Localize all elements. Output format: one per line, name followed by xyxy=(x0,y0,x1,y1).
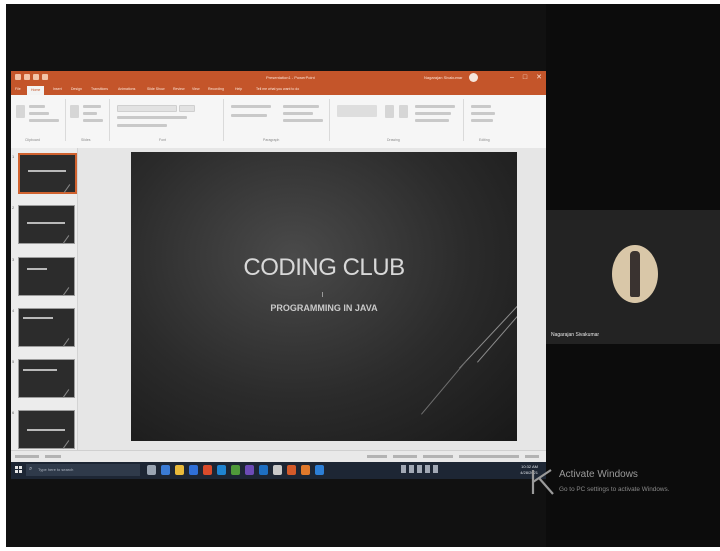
person-figure-icon xyxy=(630,251,640,297)
slide-subtitle[interactable]: PROGRAMMING IN JAVA xyxy=(131,303,517,313)
group-label-slides: Slides xyxy=(81,138,91,142)
slide-thumbnail[interactable] xyxy=(18,205,75,244)
document-title: Presentation1 - PowerPoint xyxy=(266,75,315,80)
tab-transitions[interactable]: Transitions xyxy=(91,87,108,91)
tab-home[interactable]: Home xyxy=(27,86,45,95)
powerpoint-window: Presentation1 - PowerPoint Nagarajan Siv… xyxy=(11,71,546,463)
shapes-gallery[interactable] xyxy=(337,105,377,117)
ribbon-group-paragraph: Paragraph xyxy=(225,99,330,142)
file-explorer-icon[interactable] xyxy=(175,465,184,475)
app-icon[interactable] xyxy=(231,465,240,475)
ribbon-group-drawing: Drawing xyxy=(331,99,464,142)
maximize-button[interactable]: □ xyxy=(523,73,527,82)
participant-name: Nagarajan Sivakumar xyxy=(551,332,600,338)
activate-windows-subtitle: Go to PC settings to activate Windows. xyxy=(559,486,670,493)
windows-taskbar: ⌕ Type here to search 10:32 AM 4/28/2021 xyxy=(11,462,546,479)
new-slide-icon[interactable] xyxy=(70,105,79,118)
group-label-font: Font xyxy=(159,138,167,142)
slide-editing-area: CODING CLUB PROGRAMMING IN JAVA xyxy=(78,148,546,450)
store-icon[interactable] xyxy=(189,465,198,475)
font-size-select[interactable] xyxy=(179,105,195,112)
ribbon-group-editing: Editing xyxy=(465,99,525,142)
tab-animations[interactable]: Animations xyxy=(118,87,135,91)
paste-icon[interactable] xyxy=(16,105,25,118)
ribbon-group-slides: Slides xyxy=(67,99,110,142)
ribbon-tabs: File Home Insert Design Transitions Anim… xyxy=(11,85,546,95)
tab-file[interactable]: File xyxy=(15,87,21,91)
tab-help[interactable]: Help xyxy=(235,87,242,91)
close-button[interactable]: ✕ xyxy=(536,73,542,82)
group-label-clipboard: Clipboard xyxy=(25,138,40,142)
quick-access-toolbar xyxy=(15,74,59,82)
minimize-button[interactable]: – xyxy=(510,73,514,82)
tab-review[interactable]: Review xyxy=(173,87,184,91)
find-button[interactable] xyxy=(471,105,491,108)
replace-button[interactable] xyxy=(471,112,495,115)
activate-windows-title: Activate Windows xyxy=(559,469,638,480)
app-icon[interactable] xyxy=(301,465,310,475)
zoom-icon[interactable] xyxy=(315,465,324,475)
taskbar-pinned-apps xyxy=(147,465,324,475)
task-view-icon[interactable] xyxy=(147,465,156,475)
participant-avatar xyxy=(612,245,658,303)
slide-thumbnail[interactable] xyxy=(18,410,75,449)
slide-thumbnail-pane: 1 2 3 4 5 6 xyxy=(11,148,78,450)
tab-view[interactable]: View xyxy=(192,87,200,91)
chrome-icon[interactable] xyxy=(203,465,212,475)
tab-recording[interactable]: Recording xyxy=(208,87,224,91)
save-icon[interactable] xyxy=(24,74,30,80)
user-avatar-icon[interactable] xyxy=(469,73,478,82)
font-name-select[interactable] xyxy=(117,105,177,112)
slide-thumbnail[interactable] xyxy=(18,359,75,398)
tab-insert[interactable]: Insert xyxy=(53,87,62,91)
tray-icon[interactable] xyxy=(401,465,406,473)
edge-icon[interactable] xyxy=(161,465,170,475)
zoom-level[interactable] xyxy=(525,455,539,458)
slide-title[interactable]: CODING CLUB xyxy=(131,254,517,282)
tab-design[interactable]: Design xyxy=(71,87,82,91)
mail-icon[interactable] xyxy=(217,465,226,475)
powerpoint-icon[interactable] xyxy=(287,465,296,475)
ribbon: Clipboard Slides Font Paragraph Drawing … xyxy=(11,95,546,149)
redo-icon[interactable] xyxy=(42,74,48,80)
tell-me-search[interactable]: Tell me what you want to do xyxy=(256,87,299,91)
decorative-line xyxy=(421,360,467,415)
group-label-paragraph: Paragraph xyxy=(263,138,280,142)
search-icon: ⌕ xyxy=(29,466,33,472)
window-controls: – □ ✕ xyxy=(510,73,542,82)
zoom-slider[interactable] xyxy=(459,455,519,458)
view-buttons[interactable] xyxy=(423,455,453,458)
app-icon[interactable] xyxy=(273,465,282,475)
slide-thumbnail[interactable] xyxy=(18,257,75,296)
notes-button[interactable] xyxy=(367,455,387,458)
comments-button[interactable] xyxy=(393,455,417,458)
ribbon-group-clipboard: Clipboard xyxy=(13,99,66,142)
taskbar-search-box[interactable]: ⌕ Type here to search xyxy=(26,464,140,476)
screen: Nagarajan Sivakumar Presentation1 - Powe… xyxy=(0,0,720,551)
word-icon[interactable] xyxy=(259,465,268,475)
signed-in-user[interactable]: Nagarajan Sivakumar xyxy=(424,75,462,80)
battery-icon[interactable] xyxy=(433,465,438,473)
start-button[interactable] xyxy=(15,466,23,474)
group-label-editing: Editing xyxy=(479,138,490,142)
volume-icon[interactable] xyxy=(425,465,430,473)
system-tray xyxy=(401,465,438,473)
undo-icon[interactable] xyxy=(33,74,39,80)
teams-icon[interactable] xyxy=(245,465,254,475)
network-icon[interactable] xyxy=(417,465,422,473)
arrange-icon[interactable] xyxy=(385,105,394,118)
slide-thumbnail[interactable] xyxy=(18,153,77,194)
current-slide[interactable]: CODING CLUB PROGRAMMING IN JAVA xyxy=(131,152,517,441)
title-bar: Presentation1 - PowerPoint Nagarajan Siv… xyxy=(11,71,546,85)
group-label-drawing: Drawing xyxy=(387,138,400,142)
select-button[interactable] xyxy=(471,119,493,122)
autosave-icon[interactable] xyxy=(15,74,21,80)
windows-logo-icon xyxy=(531,469,554,495)
tray-icon[interactable] xyxy=(409,465,414,473)
slide-thumbnail[interactable] xyxy=(18,308,75,347)
tab-slide-show[interactable]: Slide Show xyxy=(147,87,165,91)
quick-styles-icon[interactable] xyxy=(399,105,408,118)
search-placeholder: Type here to search xyxy=(38,467,74,472)
ribbon-group-font: Font xyxy=(111,99,224,142)
